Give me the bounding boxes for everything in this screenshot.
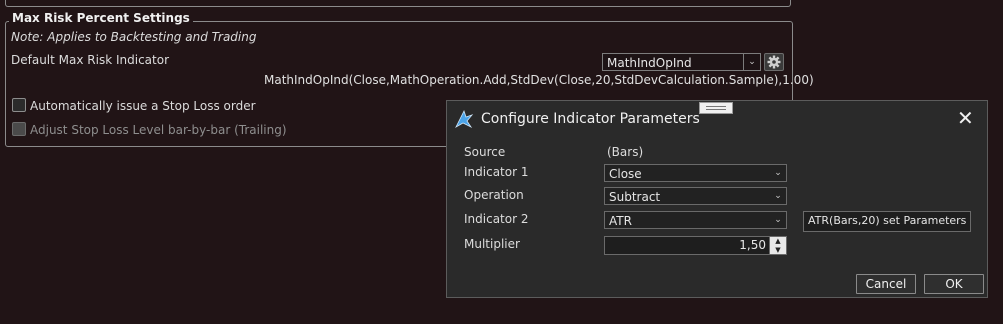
indicator1-value: Close <box>609 167 642 181</box>
gear-icon <box>767 55 781 69</box>
operation-value: Subtract <box>609 190 661 204</box>
indicator2-label: Indicator 2 <box>464 212 529 226</box>
top-panel-frame <box>5 0 791 7</box>
chevron-down-icon: ⌄ <box>743 54 760 70</box>
default-indicator-dropdown[interactable]: MathIndOpInd ⌄ <box>602 53 761 71</box>
default-indicator-value: MathIndOpInd <box>607 56 692 70</box>
chevron-down-icon: ⌄ <box>774 168 782 178</box>
drag-grip-handle[interactable] <box>699 102 733 114</box>
operation-label: Operation <box>464 188 524 202</box>
operation-dropdown[interactable]: Subtract ⌄ <box>604 187 787 205</box>
source-value: (Bars) <box>607 145 644 159</box>
indicator2-parameters-button[interactable]: ATR(Bars,20) set Parameters ... <box>803 211 971 232</box>
close-icon[interactable]: ✕ <box>957 107 974 129</box>
indicator-settings-button[interactable] <box>764 53 784 71</box>
configure-indicator-dialog: Configure Indicator Parameters ✕ Source … <box>446 100 988 298</box>
chevron-down-icon: ⌄ <box>774 191 782 201</box>
chevron-down-icon: ⌄ <box>774 215 782 225</box>
stop-loss-label: Automatically issue a Stop Loss order <box>30 99 256 113</box>
increment-icon[interactable]: ▲ <box>770 237 786 246</box>
trailing-checkbox[interactable] <box>12 122 26 136</box>
indicator1-dropdown[interactable]: Close ⌄ <box>604 164 787 182</box>
decrement-icon[interactable]: ▼ <box>770 246 786 255</box>
note-text: Note: Applies to Backtesting and Trading <box>11 30 257 44</box>
ok-button[interactable]: OK <box>924 274 984 294</box>
multiplier-value: 1,50 <box>739 238 766 252</box>
multiplier-label: Multiplier <box>464 237 520 251</box>
stop-loss-checkbox[interactable] <box>12 98 26 112</box>
cancel-button[interactable]: Cancel <box>856 274 916 294</box>
indicator2-value: ATR <box>609 214 632 228</box>
indicator-app-icon <box>455 109 474 129</box>
indicator-formula: MathIndOpInd(Close,MathOperation.Add,Std… <box>264 73 814 87</box>
multiplier-stepper[interactable]: 1,50 ▲ ▼ <box>604 236 787 255</box>
group-title: Max Risk Percent Settings <box>9 11 193 25</box>
trailing-label: Adjust Stop Loss Level bar-by-bar (Trail… <box>30 123 287 137</box>
indicator1-label: Indicator 1 <box>464 165 529 179</box>
indicator2-dropdown[interactable]: ATR ⌄ <box>604 211 787 229</box>
dialog-title: Configure Indicator Parameters <box>481 111 700 127</box>
default-indicator-label: Default Max Risk Indicator <box>11 53 169 67</box>
source-label: Source <box>464 145 506 159</box>
